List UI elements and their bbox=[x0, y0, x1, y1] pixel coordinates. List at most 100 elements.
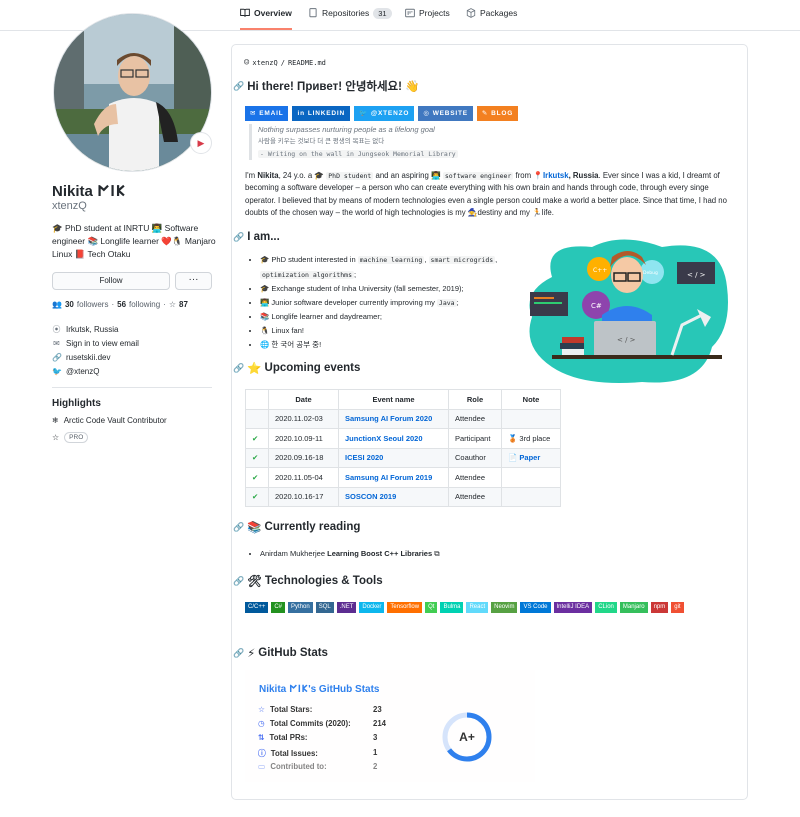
star-emoji-icon: ⭐ bbox=[247, 363, 262, 375]
tech-badge[interactable]: Python bbox=[288, 602, 313, 613]
people-icon: 👥 bbox=[52, 300, 62, 309]
tech-badge[interactable]: Neovim bbox=[491, 602, 518, 613]
twitter-badge[interactable]: 🐦 @XTENZO bbox=[353, 106, 415, 121]
list-item: 📚 Longlife learner and daydreamer; bbox=[260, 310, 505, 324]
event-cell: JunctionX Seoul 2020 bbox=[338, 428, 449, 449]
tech-badge[interactable]: .NET bbox=[336, 602, 357, 613]
item-sep: ; bbox=[456, 297, 459, 307]
event-link[interactable]: Samsung AI Forum 2019 bbox=[345, 473, 432, 482]
website-badge[interactable]: ◎ WEBSITE bbox=[418, 106, 473, 121]
event-cell: SOSCON 2019 bbox=[338, 486, 449, 507]
book-title[interactable]: Learning Boost C++ Libraries bbox=[327, 549, 432, 558]
developer-illustration: C++ Debug C# < / > < / > bbox=[529, 239, 728, 383]
external-link-icon[interactable]: ⧉ bbox=[432, 549, 439, 558]
heading-text: I am... bbox=[247, 231, 280, 243]
highlight-label: Arctic Code Vault Contributor bbox=[63, 416, 167, 425]
tech-badge[interactable]: Manjaro bbox=[619, 602, 648, 613]
tech-badge[interactable]: Tensorflow bbox=[387, 602, 423, 613]
anchor-link-icon[interactable]: 🔗 bbox=[233, 363, 244, 374]
quote-source: - Writing on the wall in Jungseok Memori… bbox=[258, 150, 458, 158]
stat-row-issues: ⓘ Total Issues: bbox=[258, 748, 318, 759]
stat-row-commits: ◷ Total Commits (2020): bbox=[258, 719, 351, 728]
twitter-link[interactable]: @xtenzQ bbox=[66, 367, 99, 376]
list-item: 🐧 Linux fan! bbox=[260, 324, 505, 338]
linkedin-icon: in bbox=[297, 110, 305, 117]
history-icon: ◷ bbox=[258, 719, 265, 728]
star-icon: ☆ bbox=[52, 433, 60, 442]
ghstats-heading: 🔗 ⚡ GitHub Stats bbox=[233, 646, 328, 660]
tech-badge[interactable]: SQL bbox=[315, 602, 334, 613]
tech-badge[interactable]: C/C++ bbox=[245, 602, 269, 613]
readme-user[interactable]: xtenzQ bbox=[252, 59, 277, 67]
event-link[interactable]: ICESI 2020 bbox=[345, 453, 383, 462]
stat-value: 23 bbox=[373, 705, 382, 714]
badge-label: BLOG bbox=[491, 110, 514, 117]
anchor-link-icon[interactable]: 🔗 bbox=[233, 576, 244, 587]
follow-button[interactable]: Follow bbox=[52, 272, 170, 290]
event-link[interactable]: Samsung AI Forum 2020 bbox=[345, 414, 432, 423]
website-link[interactable]: rusetskii.dev bbox=[66, 353, 110, 362]
avatar[interactable] bbox=[53, 13, 212, 172]
project-icon bbox=[405, 8, 415, 18]
list-item: 🌐 한 국어 공부 중! bbox=[260, 338, 505, 352]
event-link[interactable]: SOSCON 2019 bbox=[345, 492, 396, 501]
anchor-link-icon[interactable]: 🔗 bbox=[233, 648, 244, 659]
repo-count-badge: 31 bbox=[373, 8, 392, 19]
anchor-link-icon[interactable]: 🔗 bbox=[233, 81, 244, 92]
readme-filename[interactable]: README.md bbox=[288, 59, 326, 67]
tech-badge[interactable]: React bbox=[466, 602, 489, 613]
arctic-vault-icon: ❄ bbox=[52, 416, 59, 425]
event-link[interactable]: JunctionX Seoul 2020 bbox=[345, 434, 423, 443]
twitter-icon: 🐦 bbox=[358, 110, 368, 117]
tech-badge[interactable]: git bbox=[671, 602, 684, 613]
anchor-link-icon[interactable]: 🔗 bbox=[233, 522, 244, 533]
tech-badge[interactable]: npm bbox=[650, 602, 669, 613]
pr-icon: ⇅ bbox=[258, 733, 265, 742]
heading-text: Currently reading bbox=[264, 521, 361, 533]
email-text[interactable]: Sign in to view email bbox=[66, 339, 139, 348]
book-icon bbox=[240, 8, 250, 17]
book-author: Anirdam Mukherjee bbox=[260, 549, 328, 558]
path-separator: / bbox=[280, 59, 285, 67]
tech-badge[interactable]: CLion bbox=[595, 602, 617, 613]
tech-badge[interactable]: IntelliJ IDEA bbox=[553, 602, 593, 613]
done-cell: ✔ bbox=[245, 447, 269, 468]
item-sep: , bbox=[424, 255, 429, 264]
badge-label: LINKEDIN bbox=[307, 110, 345, 117]
stat-label: Total Stars: bbox=[270, 705, 313, 714]
stat-value: 1 bbox=[373, 748, 378, 757]
anchor-link-icon[interactable]: 🔗 bbox=[233, 232, 244, 243]
linkedin-badge[interactable]: in LINKEDIN bbox=[292, 106, 350, 121]
note-cell[interactable]: 📄 Paper bbox=[501, 447, 561, 468]
irkutsk-link[interactable]: Irkutsk bbox=[543, 171, 569, 180]
tab-repositories[interactable]: Repositories 31 bbox=[308, 8, 392, 30]
intro-text: , 24 y.o. a 🎓 bbox=[278, 171, 327, 180]
following-label[interactable]: following bbox=[129, 300, 160, 309]
tab-label: Overview bbox=[254, 8, 292, 18]
badge-label: EMAIL bbox=[259, 110, 284, 117]
tab-packages[interactable]: Packages bbox=[466, 8, 517, 30]
twitter-item: 🐦 @xtenzQ bbox=[52, 367, 99, 376]
tab-projects[interactable]: Projects bbox=[405, 8, 450, 30]
tab-overview[interactable]: Overview bbox=[240, 8, 292, 30]
email-badge[interactable]: ✉ EMAIL bbox=[245, 106, 289, 121]
tech-badge[interactable]: Bulma bbox=[440, 602, 464, 613]
event-cell: Samsung AI Forum 2019 bbox=[338, 467, 449, 488]
tech-badge[interactable]: Docker bbox=[359, 602, 385, 613]
status-emoji[interactable]: ▶ bbox=[190, 132, 212, 154]
stars-count[interactable]: 87 bbox=[179, 300, 188, 309]
globe-icon: ◎ bbox=[423, 110, 430, 117]
more-options-button[interactable]: ··· bbox=[175, 272, 212, 290]
tech-badge[interactable]: Qt bbox=[425, 602, 438, 613]
mail-icon: ✉ bbox=[250, 110, 257, 117]
stat-row-contributed: ▭ Contributed to: bbox=[258, 762, 327, 771]
note-cell bbox=[501, 408, 561, 429]
tech-badge[interactable]: C# bbox=[271, 602, 286, 613]
badge-label: @XTENZO bbox=[370, 110, 410, 117]
item-code: optimization algorithms bbox=[260, 270, 355, 279]
tech-badge[interactable]: VS Code bbox=[520, 602, 551, 613]
followers-count[interactable]: 30 bbox=[65, 300, 74, 309]
blog-badge[interactable]: ✎ BLOG bbox=[476, 106, 519, 121]
following-count[interactable]: 56 bbox=[117, 300, 126, 309]
followers-label[interactable]: followers bbox=[77, 300, 109, 309]
